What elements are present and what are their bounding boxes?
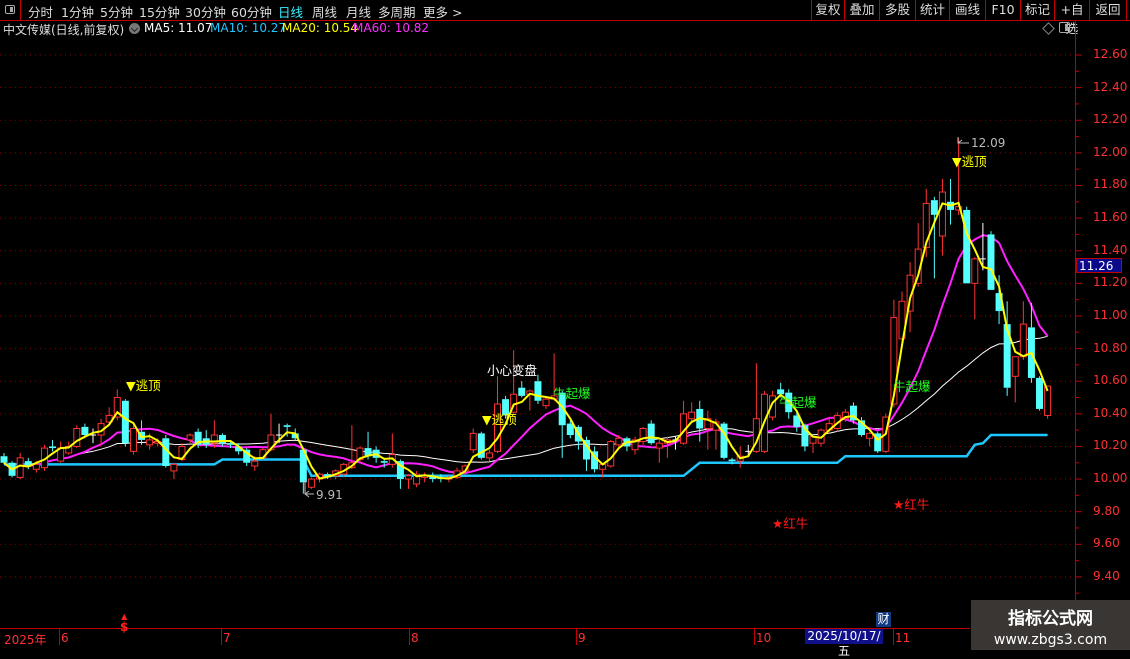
- price-tick-label: 9.40: [1093, 568, 1120, 583]
- month-tick: [576, 629, 577, 645]
- candle-down: [1036, 377, 1044, 409]
- caution-signal: 小心变盘: [487, 363, 538, 378]
- price-tick-label: 10.40: [1093, 405, 1128, 420]
- candle-up: [971, 258, 979, 284]
- price-tick-label: 12.60: [1093, 47, 1128, 61]
- candle-down: [728, 459, 736, 462]
- candle-up: [1011, 356, 1019, 377]
- candle-down: [283, 425, 291, 427]
- price-tick-label: 11.00: [1093, 307, 1128, 322]
- watermark-url: www.zbgs3.com: [993, 632, 1108, 648]
- candle-up: [129, 427, 137, 452]
- escape-top-signal: ▼逃顶: [952, 154, 987, 169]
- cursor-date: 2025/10/17/五: [805, 629, 883, 658]
- candle-up: [16, 457, 24, 478]
- candle-up: [469, 432, 477, 451]
- candle-up: [866, 432, 874, 439]
- candle-down: [0, 456, 8, 463]
- bull-burst-signal: 牛起爆: [779, 395, 817, 410]
- candlestick-chart[interactable]: [0, 0, 1130, 650]
- candle-up: [542, 398, 550, 407]
- candle-down: [647, 423, 655, 444]
- red-bull-signal: ★红牛: [772, 516, 809, 531]
- s-marker-label: $: [120, 620, 129, 634]
- red-bull-signal: ★红牛: [893, 497, 930, 512]
- candle-up: [146, 439, 154, 446]
- price-tick-label: 9.60: [1093, 536, 1120, 551]
- candle-up: [1019, 323, 1027, 358]
- candle-up: [655, 442, 663, 449]
- price-tick-label: 10.60: [1093, 373, 1128, 388]
- candle-up: [251, 460, 259, 467]
- month-tick: [754, 629, 755, 645]
- month-tick: [409, 629, 410, 645]
- candle-up: [186, 434, 194, 441]
- s-marker[interactable]: ▲ $: [120, 612, 129, 634]
- watermark: 指标公式网 www.zbgs3.com: [971, 600, 1130, 650]
- price-tick-label: 11.80: [1093, 177, 1128, 192]
- candle-down: [81, 426, 89, 436]
- candle-down: [987, 234, 995, 290]
- date-month: 7: [223, 631, 231, 645]
- date-year: 2025年: [4, 633, 47, 647]
- finance-marker[interactable]: 财: [876, 612, 891, 627]
- candle-up: [405, 475, 412, 480]
- escape-top-signal: ▼逃顶: [482, 412, 517, 427]
- price-tick-label: 10.00: [1093, 471, 1128, 486]
- candle-down: [518, 387, 526, 396]
- bull-burst-signal: 牛起爆: [553, 386, 591, 401]
- escape-top-signal: ▼逃顶: [126, 378, 161, 393]
- date-month: 8: [411, 631, 419, 645]
- price-axis-line: [1075, 20, 1076, 628]
- month-tick: [221, 629, 222, 645]
- price-tick-label: 11.20: [1093, 275, 1128, 290]
- date-month: 10: [756, 631, 772, 645]
- price-tick-label: 12.00: [1093, 144, 1128, 159]
- candle-up: [485, 452, 493, 459]
- date-month: 6: [61, 631, 69, 645]
- candle-up: [938, 191, 946, 237]
- candle-up: [32, 463, 40, 470]
- low-price-label: 9.91: [316, 488, 343, 502]
- month-tick: [893, 629, 894, 645]
- candle-down: [49, 446, 57, 449]
- watermark-title: 指标公式网: [1008, 609, 1093, 629]
- current-price-tag: 11.26: [1076, 258, 1122, 273]
- candle-down: [930, 200, 938, 215]
- candle-up: [607, 441, 615, 467]
- price-tick-label: 11.40: [1093, 242, 1128, 257]
- high-price-label: 12.09: [971, 136, 1006, 150]
- price-tick-label: 11.60: [1093, 210, 1128, 225]
- date-month: 11: [895, 631, 911, 645]
- date-month: 9: [578, 631, 586, 645]
- candle-up: [688, 411, 696, 420]
- candle-down: [121, 400, 129, 444]
- candle-up: [615, 437, 623, 446]
- price-tick-label: 12.20: [1093, 112, 1128, 127]
- price-tick-label: 12.40: [1093, 79, 1128, 94]
- candle-up: [170, 463, 178, 472]
- high-arrow-icon: [957, 137, 969, 144]
- month-tick: [59, 629, 60, 645]
- price-tick-label: 10.80: [1093, 340, 1128, 355]
- candle-down: [534, 381, 542, 401]
- price-tick-label: 10.20: [1093, 438, 1128, 453]
- candle-down: [380, 461, 388, 463]
- price-tick-label: 9.80: [1093, 503, 1120, 518]
- candle-up: [307, 478, 315, 488]
- bull-burst-signal: 牛起爆: [893, 379, 931, 394]
